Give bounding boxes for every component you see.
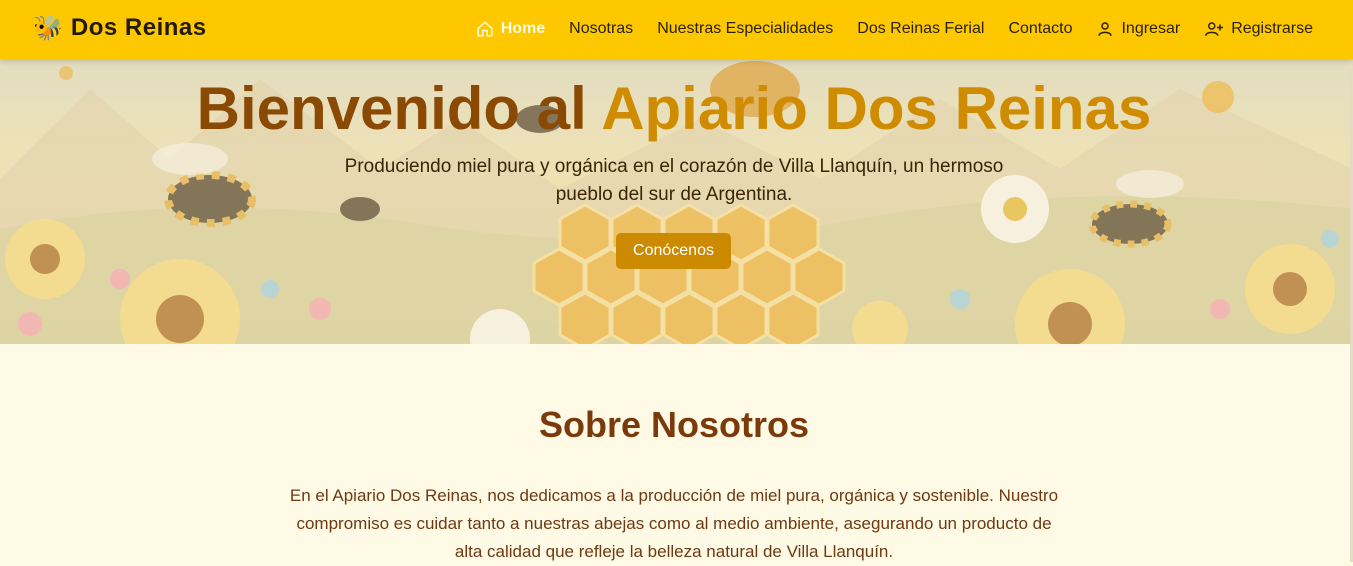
conocenos-button[interactable]: Conócenos [616,233,731,269]
nav-link-label: Dos Reinas Ferial [857,19,985,37]
brand-name: Dos Reinas [70,14,207,41]
nav-link-ferial[interactable]: Dos Reinas Ferial [857,20,984,38]
nav-link-label: Home [500,19,546,37]
about-text: En el Apiario Dos Reinas, nos dedicamos … [289,486,1059,561]
nav-link-label: Nosotras [569,19,634,37]
home-icon [476,20,494,38]
user-icon [1096,20,1114,38]
nav-link-especialidades[interactable]: Nuestras Especialidades [657,20,833,38]
nav-link-label: Contacto [1008,19,1073,37]
nav-link-label: Nuestras Especialidades [657,19,834,37]
nav-link-label: Ingresar [1121,19,1181,37]
about-title: Sobre Nosotros [538,404,810,445]
hero-title-highlight: Apiario Dos Reinas [601,75,1152,142]
hero-title-prefix: Bienvenido al [196,75,602,142]
hero-title: Bienvenido al Apiario Dos Reinas [0,74,1348,143]
navbar: 🐝 Dos Reinas Home Nosotras Nuestras Espe… [0,0,1353,59]
nav-link-nosotras[interactable]: Nosotras [569,20,633,38]
nav-link-ingresar[interactable]: Ingresar [1096,20,1180,38]
nav-link-home[interactable]: Home [476,20,545,38]
nav-link-label: Registrarse [1231,19,1313,37]
nav-link-contacto[interactable]: Contacto [1008,20,1072,38]
bee-icon: 🐝 [33,14,63,42]
hero-banner: Bienvenido al Apiario Dos Reinas Produci… [0,59,1353,344]
nav-links: Home Nosotras Nuestras Especialidades Do… [452,0,1313,57]
hero-subtitle: Produciendo miel pura y orgánica en el c… [344,156,1004,205]
brand-logo[interactable]: 🐝 Dos Reinas [33,14,207,42]
nav-link-registrarse[interactable]: Registrarse [1204,20,1313,38]
user-plus-icon [1204,20,1224,38]
